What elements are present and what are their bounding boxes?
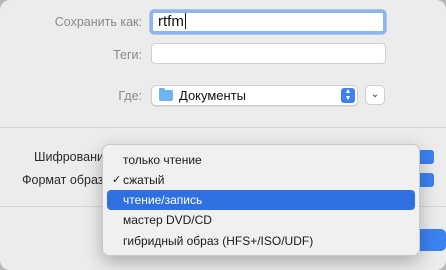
menu-item-label: мастер DVD/CD [123, 213, 212, 227]
save-as-field[interactable]: rtfm [150, 10, 386, 34]
menu-item-dvd-master[interactable]: мастер DVD/CD [107, 210, 415, 230]
encryption-popup-stepper[interactable] [418, 150, 434, 164]
menu-item-hybrid-image[interactable]: гибридный образ (HFS+/ISO/UDF) [107, 231, 415, 251]
format-menu: только чтение ✓ сжатый чтение/запись маст… [102, 144, 420, 256]
menu-item-compressed[interactable]: ✓ сжатый [107, 170, 415, 190]
format-popup-stepper[interactable] [418, 173, 434, 187]
encryption-label: Шифровани [34, 150, 102, 164]
save-dialog: Сохранить как: rtfm Теги: Где: Документы… [0, 0, 446, 270]
where-popup[interactable]: Документы ▲ ▼ [151, 85, 358, 106]
save-as-label: Сохранить как: [54, 15, 142, 29]
menu-item-label: чтение/запись [123, 193, 203, 207]
save-button[interactable] [416, 229, 446, 251]
menu-item-label: гибридный образ (HFS+/ISO/UDF) [123, 234, 314, 248]
menu-item-read-write[interactable]: чтение/запись [107, 190, 415, 210]
up-down-chevron-icon: ▲ ▼ [341, 88, 355, 103]
menu-item-label: сжатый [123, 173, 165, 187]
expand-dialog-button[interactable]: ⌄ [365, 85, 385, 105]
menu-item-label: только чтение [123, 153, 202, 167]
save-as-value: rtfm [158, 13, 184, 30]
tags-label: Теги: [113, 48, 142, 62]
checkmark-icon: ✓ [112, 174, 122, 186]
menu-item-read-only[interactable]: только чтение [107, 150, 415, 170]
chevron-down-icon: ⌄ [370, 89, 380, 100]
where-label: Где: [118, 89, 142, 103]
text-caret [184, 13, 186, 29]
tags-field[interactable] [151, 43, 386, 64]
format-label: Формат образ [22, 173, 102, 187]
where-value: Документы [179, 88, 247, 103]
folder-icon [159, 88, 173, 101]
section-divider [0, 127, 446, 128]
